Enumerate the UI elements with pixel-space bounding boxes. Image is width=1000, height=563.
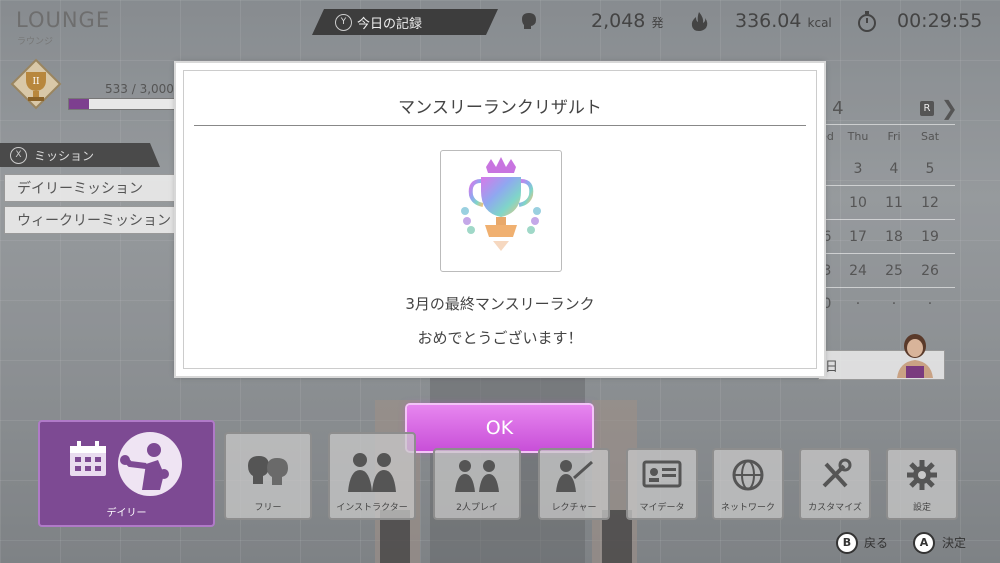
calendar-info-text: 日 — [825, 360, 839, 375]
calorie-count: 336.04 kcal — [735, 10, 832, 32]
next-month-arrow-icon[interactable]: ❯ — [941, 96, 958, 120]
menu-network-label: ネットワーク — [720, 503, 775, 513]
menu-network-button[interactable]: ネットワーク — [712, 448, 784, 520]
calendar-day[interactable]: · — [843, 296, 873, 312]
rainbow-trophy-icon — [461, 157, 541, 251]
menu-two-player-button[interactable]: 2人プレイ — [433, 448, 521, 520]
a-button-icon: A — [913, 532, 935, 554]
weekday-fri: Fri — [887, 130, 901, 143]
weekday-sat: Sat — [920, 130, 940, 143]
stopwatch-icon — [858, 11, 876, 32]
calendar-divider — [820, 124, 955, 125]
calendar-day[interactable]: 24 — [843, 263, 873, 279]
flame-icon — [691, 12, 708, 31]
rank-progress-bar — [68, 98, 185, 110]
instructor-avatar — [897, 334, 933, 378]
menu-mydata-label: マイデータ — [639, 503, 685, 513]
menu-free-button[interactable]: フリー — [224, 432, 312, 520]
calendar-day[interactable]: 11 — [879, 195, 909, 211]
calendar-day[interactable]: · — [879, 296, 909, 312]
weekly-mission-item[interactable]: ウィークリーミッション — [4, 206, 194, 234]
back-hint[interactable]: 戻る — [864, 534, 888, 551]
menu-settings-label: 設定 — [912, 503, 931, 513]
menu-customize-label: カスタマイズ — [808, 503, 862, 513]
punch-count: 2,048 発 — [591, 10, 664, 32]
menu-settings-button[interactable]: 設定 — [886, 448, 958, 520]
globe-icon — [732, 459, 764, 491]
lounge-subtitle: ラウンジ — [17, 37, 54, 47]
two-player-icon — [455, 460, 499, 492]
rank-progress-text: 533 / 3,000 — [105, 82, 174, 96]
calendar-day[interactable]: 3 — [843, 161, 873, 177]
y-button-icon: Y — [335, 14, 352, 31]
calendar-day[interactable]: 17 — [843, 229, 873, 245]
instructors-icon — [348, 453, 396, 492]
today-record-label: 今日の記録 — [357, 17, 423, 32]
r-button-icon: R — [920, 101, 934, 116]
rank-progress-fill — [69, 99, 90, 109]
rank-result-message: 3月の最終マンスリーランク — [405, 295, 595, 313]
id-card-icon — [642, 460, 682, 488]
tools-icon — [822, 458, 852, 488]
calendar-divider — [820, 253, 955, 254]
menu-lecture-label: レクチャー — [551, 503, 597, 513]
calendar-divider — [820, 219, 955, 220]
calendar-icon — [70, 441, 106, 476]
monthly-rank-result-dialog: マンスリーランクリザルト 3月の最終マンスリーランク おめでとうございます！ — [176, 63, 824, 376]
elapsed-time: 00:29:55 — [897, 10, 983, 32]
calendar-day[interactable]: 5 — [915, 161, 945, 177]
congratulations-message: おめでとうございます！ — [417, 329, 583, 347]
boxer-silhouette-icon — [118, 432, 182, 496]
menu-instructor-button[interactable]: インストラクター — [328, 432, 416, 520]
calendar-day[interactable]: 25 — [879, 263, 909, 279]
ok-button[interactable]: OK — [407, 405, 592, 451]
menu-daily-button[interactable]: デイリー — [38, 420, 215, 527]
svg-text:II: II — [32, 77, 40, 87]
rank-trophy-frame — [440, 150, 562, 272]
calendar-day[interactable]: 26 — [915, 263, 945, 279]
calendar-day[interactable]: 12 — [915, 195, 945, 211]
calendar-divider — [820, 287, 955, 288]
menu-daily-label: デイリー — [106, 508, 147, 519]
menu-mydata-button[interactable]: マイデータ — [626, 448, 698, 520]
menu-customize-button[interactable]: カスタマイズ — [799, 448, 871, 520]
x-button-icon: X — [10, 147, 27, 164]
menu-two-player-label: 2人プレイ — [456, 503, 498, 513]
calendar-day[interactable]: 19 — [915, 229, 945, 245]
mission-label: ミッション — [34, 149, 95, 163]
rank-trophy-icon: II — [10, 58, 62, 110]
boxing-gloves-icon — [248, 456, 288, 485]
lounge-title: LOUNGE — [16, 8, 111, 32]
calendar-day[interactable]: 4 — [879, 161, 909, 177]
confirm-hint[interactable]: 決定 — [942, 534, 966, 551]
lecture-icon — [556, 460, 593, 492]
calendar-day[interactable]: 10 — [843, 195, 873, 211]
weekday-thu: Thu — [847, 130, 869, 143]
menu-lecture-button[interactable]: レクチャー — [538, 448, 610, 520]
dialog-frame: マンスリーランクリザルト 3月の最終マンスリーランク おめでとうございます！ — [183, 70, 817, 369]
b-button-icon: B — [836, 532, 858, 554]
calendar-day[interactable]: 18 — [879, 229, 909, 245]
boxing-glove-icon — [522, 13, 536, 29]
calendar-day[interactable]: · — [915, 296, 945, 312]
daily-mission-item[interactable]: デイリーミッション — [4, 174, 194, 202]
dialog-title: マンスリーランクリザルト — [398, 98, 602, 118]
gear-icon — [907, 460, 937, 490]
menu-free-label: フリー — [254, 503, 282, 513]
calendar-divider — [820, 185, 955, 186]
menu-instructor-label: インストラクター — [336, 503, 408, 513]
dialog-divider — [194, 125, 806, 126]
